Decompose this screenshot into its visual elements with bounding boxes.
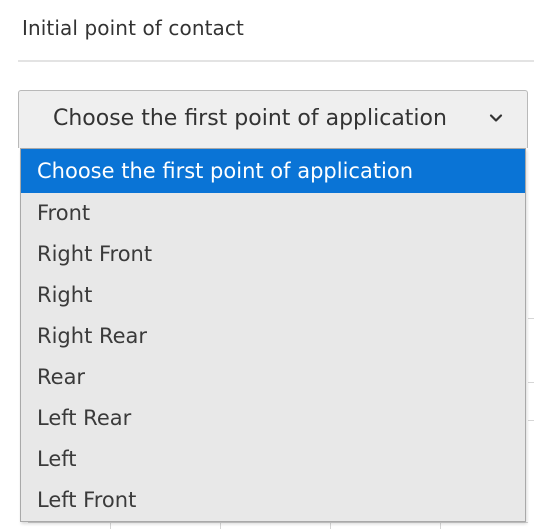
background-grid-line: [528, 382, 534, 383]
divider: [18, 60, 534, 62]
chevron-down-icon: [489, 114, 503, 122]
background-grid-line: [220, 522, 221, 529]
option-left[interactable]: Left: [21, 439, 525, 480]
background-grid-line: [110, 522, 111, 529]
option-right-rear[interactable]: Right Rear: [21, 316, 525, 357]
background-grid-line: [440, 522, 441, 529]
background-grid-line: [330, 522, 331, 529]
options-listbox: Choose the first point of application Fro…: [20, 148, 526, 522]
section-label: Initial point of contact: [22, 16, 244, 40]
option-choose-the-first-point-of-application[interactable]: Choose the first point of application: [21, 149, 525, 193]
option-right-front[interactable]: Right Front: [21, 234, 525, 275]
background-grid-line: [528, 420, 534, 421]
option-rear[interactable]: Rear: [21, 357, 525, 398]
first-point-select[interactable]: Choose the first point of application: [18, 90, 528, 148]
option-left-front[interactable]: Left Front: [21, 480, 525, 521]
point-of-contact-panel: Initial point of contact Choose the firs…: [0, 0, 534, 529]
option-right[interactable]: Right: [21, 275, 525, 316]
select-current-value: Choose the first point of application: [53, 106, 447, 131]
background-grid-line: [528, 318, 534, 319]
option-left-rear[interactable]: Left Rear: [21, 398, 525, 439]
background-grid-line: [28, 522, 528, 523]
option-front[interactable]: Front: [21, 193, 525, 234]
